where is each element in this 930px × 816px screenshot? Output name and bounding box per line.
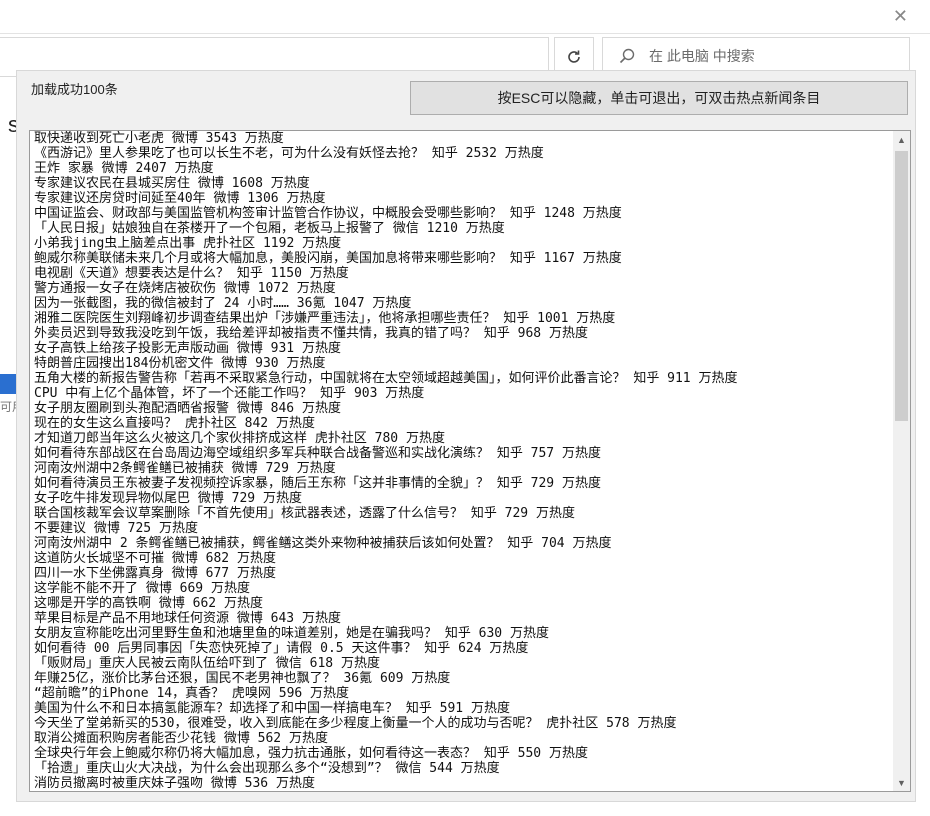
scroll-up-arrow-icon[interactable]: ▲: [893, 131, 910, 148]
list-item[interactable]: “超前瞻”的iPhone 14，真香？ 虎嗅网 596 万热度: [34, 686, 889, 701]
hot-news-listbox[interactable]: 取快递收到死亡小老虎 微博 3543 万热度 《西游记》里人参果吃了也可以长生不老…: [29, 130, 911, 792]
list-item[interactable]: 专家建议农民在县城买房住 微博 1608 万热度: [34, 176, 889, 191]
list-item[interactable]: 这哪是开学的高铁啊 微博 662 万热度: [34, 596, 889, 611]
list-item[interactable]: 这学能不能不开了 微博 669 万热度: [34, 581, 889, 596]
list-item[interactable]: 现在的女生这么直接吗？ 虎扑社区 842 万热度: [34, 416, 889, 431]
scroll-down-arrow-icon[interactable]: ▼: [893, 774, 910, 791]
load-status-label: 加载成功100条: [31, 82, 118, 97]
list-item[interactable]: 「拾遗」重庆山火大决战，为什么会出现那么多个“没想到”？ 微信 544 万热度: [34, 761, 889, 776]
list-item[interactable]: 《西游记》里人参果吃了也可以长生不老，可为什么没有妖怪去抢？ 知乎 2532 万…: [34, 146, 889, 161]
search-placeholder: 在 此电脑 中搜索: [649, 48, 755, 64]
vertical-scrollbar[interactable]: ▲ ▼: [893, 131, 910, 791]
list-item[interactable]: 消防员撤离时被重庆妹子强吻 微博 536 万热度: [34, 776, 889, 791]
list-item[interactable]: 才知道刀郎当年这么火被这几个家伙排挤成这样 虎扑社区 780 万热度: [34, 431, 889, 446]
list-item[interactable]: 「人民日报」姑娘独自在茶楼开了一个包厢，老板马上报警了 微信 1210 万热度: [34, 221, 889, 236]
list-item[interactable]: 不要建议 微博 725 万热度: [34, 521, 889, 536]
list-item[interactable]: 如何看待东部战区在台岛周边海空域组织多军兵种联合战备警巡和实战化演练？ 知乎 7…: [34, 446, 889, 461]
list-item[interactable]: 「贩财局」重庆人民被云南队伍给吓到了 微信 618 万热度: [34, 656, 889, 671]
background-selection-highlight: [0, 374, 16, 394]
list-item[interactable]: 取快递收到死亡小老虎 微博 3543 万热度: [34, 131, 889, 146]
list-item[interactable]: 小弟我jing虫上脑差点出事 虎扑社区 1192 万热度: [34, 236, 889, 251]
hint-button[interactable]: 按ESC可以隐藏，单击可退出，可双击热点新闻条目: [410, 81, 908, 115]
list-item[interactable]: 全球央行年会上鲍威尔称仍将大幅加息，强力抗击通胀，如何看待这一表态？ 知乎 55…: [34, 746, 889, 761]
list-item[interactable]: 鲍威尔称美联储未来几个月或将大幅加息，美股闪崩，美国加息将带来哪些影响？ 知乎 …: [34, 251, 889, 266]
list-item[interactable]: 美国为什么不和日本搞氢能源车？却选择了和中国一样搞电车？ 知乎 591 万热度: [34, 701, 889, 716]
list-item[interactable]: 女子高铁上给孩子投影无声版动画 微博 931 万热度: [34, 341, 889, 356]
list-item[interactable]: 四川一水下坐佛露真身 微博 677 万热度: [34, 566, 889, 581]
list-item[interactable]: 取消公摊面积购房者能否少花钱 微博 562 万热度: [34, 731, 889, 746]
list-item[interactable]: 女子朋友圈刷到头孢配酒晒省报警 微博 846 万热度: [34, 401, 889, 416]
refresh-icon: [568, 50, 580, 63]
list-item[interactable]: 年赚25亿，涨价比茅台还狠，国民不老男神也飘了？ 36氪 609 万热度: [34, 671, 889, 686]
list-item[interactable]: 湘雅二医院医生刘翔峰初步调查结果出炉「涉嫌严重违法」，他将承担哪些责任？ 知乎 …: [34, 311, 889, 326]
list-item[interactable]: 女子吃牛排发现异物似尾巴 微博 729 万热度: [34, 491, 889, 506]
list-item[interactable]: 河南汝州湖中 2 条鳄雀鳝已被捕获，鳄雀鳝这类外来物种被捕获后该如何处置？ 知乎…: [34, 536, 889, 551]
list-item[interactable]: 专家建议还房贷时间延至40年 微博 1306 万热度: [34, 191, 889, 206]
list-item[interactable]: 王炸 家暴 微博 2407 万热度: [34, 161, 889, 176]
list-item[interactable]: 电视剧《天道》想要表达是什么？ 知乎 1150 万热度: [34, 266, 889, 281]
list-item[interactable]: 因为一张截图，我的微信被封了 24 小时…… 36氪 1047 万热度: [34, 296, 889, 311]
list-item[interactable]: CPU 中有上亿个晶体管，坏了一个还能工作吗？ 知乎 903 万热度: [34, 386, 889, 401]
list-item[interactable]: 警方通报一女子在烧烤店被砍伤 微博 1072 万热度: [34, 281, 889, 296]
hot-news-popup: 加载成功100条 按ESC可以隐藏，单击可退出，可双击热点新闻条目 取快递收到死…: [16, 70, 916, 802]
list-item[interactable]: 联合国核裁军会议草案删除「不首先使用」核武器表述，透露了什么信号？ 知乎 729…: [34, 506, 889, 521]
scrollbar-thumb[interactable]: [895, 151, 908, 421]
list-item[interactable]: 五角大楼的新报告警告称「若再不采取紧急行动，中国就将在太空领域超越美国」，如何评…: [34, 371, 889, 386]
list-item[interactable]: 如何看待演员王东被妻子发视频控诉家暴，随后王东称「这并非事情的全貌」？ 知乎 7…: [34, 476, 889, 491]
list-item[interactable]: 中国证监会、财政部与美国监管机构签审计监管合作协议，中概股会受哪些影响？ 知乎 …: [34, 206, 889, 221]
list-item[interactable]: 外卖员迟到导致我没吃到午饭，我给差评却被指责不懂共情，我真的错了吗？ 知乎 96…: [34, 326, 889, 341]
list-item[interactable]: 苹果目标是产品不用地球任何资源 微博 643 万热度: [34, 611, 889, 626]
search-icon: [619, 48, 635, 64]
list-item[interactable]: 这道防火长城坚不可摧 微博 682 万热度: [34, 551, 889, 566]
list-item[interactable]: 女朋友宣称能吃出河里野生鱼和池塘里鱼的味道差别，她是在骗我吗？ 知乎 630 万…: [34, 626, 889, 641]
list-item[interactable]: 特朗普庄园搜出184份机密文件 微博 930 万热度: [34, 356, 889, 371]
close-icon[interactable]: ✕: [893, 6, 908, 27]
list-item[interactable]: 如何看待 00 后男同事因「失恋快死掉了」请假 0.5 天这件事？ 知乎 624…: [34, 641, 889, 656]
list-item[interactable]: 今天坐了堂弟新买的530，很难受，收入到底能在多少程度上衡量一个人的成功与否呢？…: [34, 716, 889, 731]
hot-news-list: 取快递收到死亡小老虎 微博 3543 万热度 《西游记》里人参果吃了也可以长生不老…: [34, 131, 889, 791]
list-item[interactable]: 河南汝州湖中2条鳄雀鳝已被捕获 微博 729 万热度: [34, 461, 889, 476]
